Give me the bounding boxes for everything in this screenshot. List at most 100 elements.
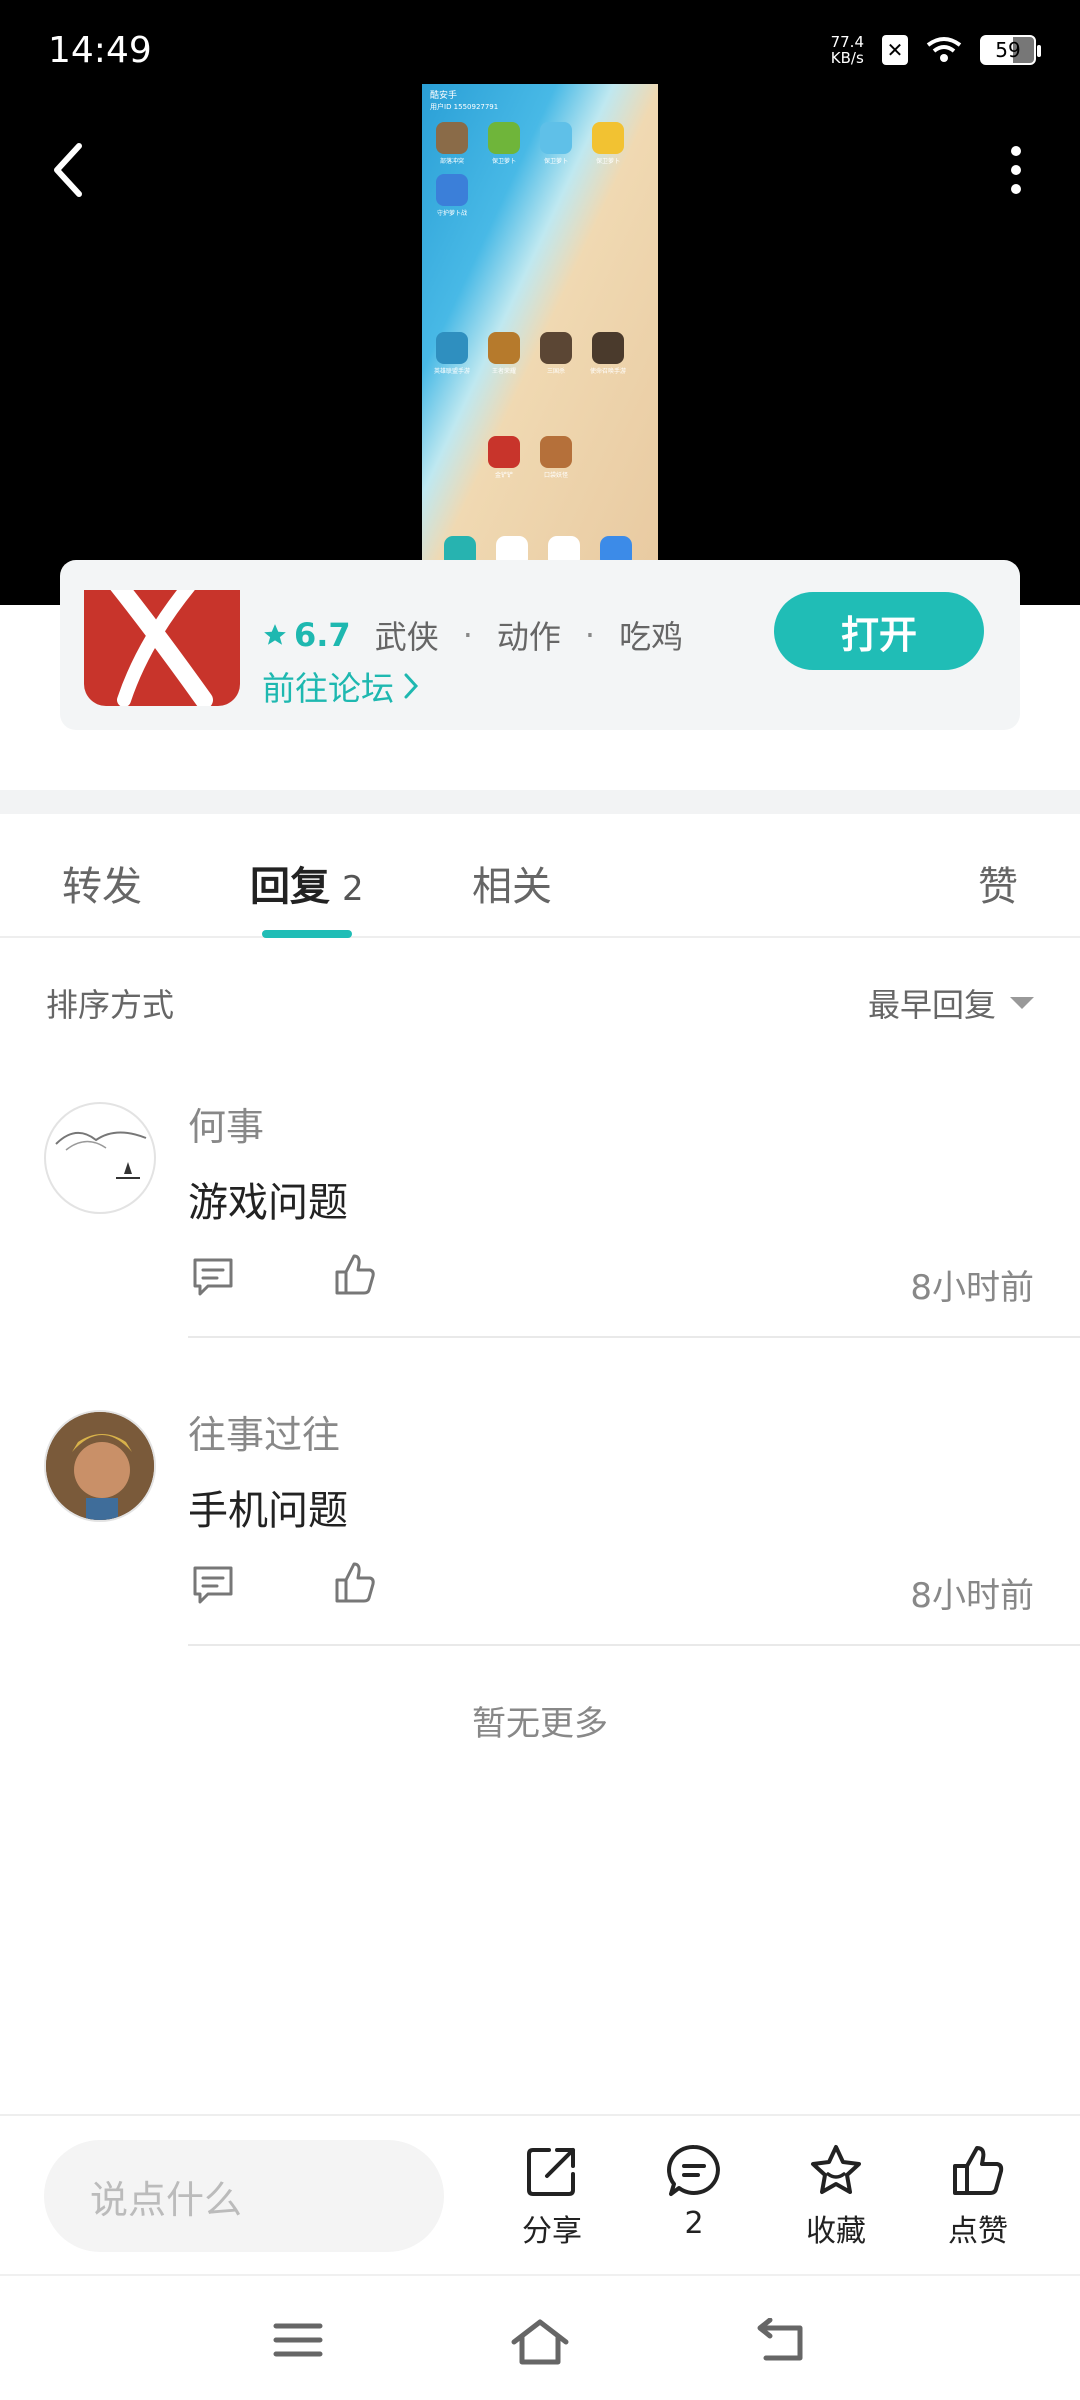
tab-forward[interactable]: 转发 — [62, 854, 142, 912]
more-dot-icon — [1011, 165, 1021, 175]
star-outline-icon — [811, 2145, 861, 2194]
bottom-action-bar: 说点什么 分享 2 收藏 点赞 — [0, 2114, 1080, 2274]
forum-link[interactable]: 前往论坛 — [262, 662, 420, 710]
home-nav-button[interactable] — [510, 2318, 570, 2368]
preview-app-label: 三国杀 — [546, 368, 565, 375]
reply-item[interactable]: 往事过往 手机问题 8小时前 — [0, 1408, 1080, 1648]
more-options-button[interactable] — [996, 135, 1036, 205]
preview-app-label: 英雄联盟手游 — [433, 368, 470, 375]
game-logo[interactable] — [84, 590, 240, 706]
preview-app-label: 保卫萝卜 — [491, 158, 516, 165]
preview-app-label: 王者荣耀 — [491, 368, 516, 375]
preview-app-label: 保卫萝卜 — [595, 158, 620, 165]
back-button[interactable] — [40, 135, 96, 205]
like-label: 点赞 — [948, 2214, 1008, 2249]
tab-reply[interactable]: 回复 2 — [250, 854, 364, 912]
tab-bar: 转发 回复 2 相关 赞 — [0, 814, 1080, 938]
avatar-ink-landscape-image — [55, 1131, 147, 1179]
favorite-button[interactable]: 收藏 — [776, 2142, 896, 2250]
preview-app-icon — [488, 332, 520, 364]
preview-sub-text: 用户ID 1550927791 — [430, 103, 499, 111]
game-tag: 武侠 — [374, 618, 439, 656]
status-time: 14:49 — [48, 30, 152, 71]
avatar-character-image — [46, 1412, 154, 1520]
system-nav-bar — [0, 2274, 1080, 2400]
reply-comment-button[interactable] — [190, 1254, 240, 1304]
tag-separator: · — [462, 616, 473, 654]
comments-button[interactable]: 2 — [634, 2142, 754, 2241]
preview-app-icon — [592, 332, 624, 364]
reply-time: 8小时前 — [910, 1268, 1034, 1308]
game-tag: 吃鸡 — [619, 618, 684, 656]
preview-app-icon — [436, 174, 468, 206]
section-divider — [0, 790, 1080, 814]
avatar[interactable] — [44, 1102, 156, 1214]
reply-comment-button[interactable] — [190, 1562, 240, 1612]
preview-app-icon — [540, 332, 572, 364]
reply-text: 游戏问题 — [188, 1180, 348, 1226]
thumbs-up-icon — [335, 1562, 375, 1603]
preview-app-icon — [436, 332, 468, 364]
reply-like-button[interactable] — [332, 1252, 382, 1302]
network-speed: 77.4 KB/s — [831, 34, 864, 66]
reply-like-button[interactable] — [332, 1560, 382, 1610]
sort-value: 最早回复 — [867, 986, 996, 1024]
game-tag: 动作 — [496, 618, 561, 656]
favorite-label: 收藏 — [806, 2214, 866, 2249]
screenshot-image[interactable]: 酷安手 用户ID 1550927791 部落冲突 保卫萝卜 保卫萝卜 保卫萝卜 … — [422, 84, 658, 605]
thumbs-up-icon — [953, 2146, 1004, 2195]
wifi-icon — [926, 37, 962, 62]
preview-status-text: 酷安手 — [430, 91, 458, 101]
comment-input[interactable]: 说点什么 — [44, 2140, 444, 2252]
network-speed-value: 77.4 — [830, 33, 864, 51]
star-icon — [264, 624, 286, 645]
media-viewer[interactable]: 14:49 77.4 KB/s ✕ 59 酷安手 用户ID 1550927791… — [0, 0, 1080, 605]
status-icons: 77.4 KB/s ✕ 59 — [831, 34, 1041, 66]
preview-app-label: 使命召唤手游 — [589, 368, 626, 375]
reply-author[interactable]: 往事过往 — [188, 1404, 340, 1459]
sort-dropdown[interactable]: 最早回复 — [868, 980, 1034, 1026]
chevron-right-icon — [404, 673, 419, 699]
active-tab-indicator — [262, 930, 352, 938]
notification-x-icon: ✕ — [882, 35, 908, 65]
caret-down-icon — [1010, 997, 1034, 1009]
reply-author[interactable]: 何事 — [188, 1096, 264, 1151]
back-nav-button[interactable] — [752, 2317, 812, 2368]
preview-app-label: 部落冲突 — [439, 158, 464, 165]
game-rating: 6.7 — [262, 616, 351, 654]
avatar[interactable] — [44, 1410, 156, 1522]
battery-icon: 59 — [980, 35, 1041, 65]
game-meta: 6.7 武侠 · 动作 · 吃鸡 — [262, 612, 683, 658]
reply-separator — [188, 1644, 1080, 1646]
home-icon — [511, 2319, 569, 2365]
game-rating-value: 6.7 — [294, 616, 351, 654]
comment-count: 2 — [684, 2206, 704, 2241]
sort-row: 排序方式 最早回复 — [46, 980, 1034, 1030]
reply-text: 手机问题 — [188, 1488, 348, 1534]
tag-separator: · — [584, 616, 596, 654]
reply-time: 8小时前 — [910, 1576, 1034, 1616]
reply-item[interactable]: 何事 游戏问题 8小时前 — [0, 1100, 1080, 1340]
chevron-left-icon — [54, 143, 82, 197]
more-dot-icon — [1011, 146, 1021, 156]
open-game-button[interactable]: 打开 — [774, 592, 984, 670]
menu-nav-button[interactable] — [270, 2318, 330, 2368]
tab-reply-count: 2 — [342, 869, 364, 909]
share-button[interactable]: 分享 — [492, 2142, 612, 2250]
back-arrow-icon — [757, 2317, 803, 2361]
tab-like[interactable]: 赞 — [978, 854, 1018, 912]
tab-related[interactable]: 相关 — [472, 854, 552, 912]
preview-app-icon — [436, 122, 468, 154]
sort-label: 排序方式 — [46, 986, 175, 1024]
preview-app-label: 口袋妖怪 — [543, 472, 568, 479]
chat-bubble-icon — [667, 2144, 720, 2196]
preview-app-label: 保卫萝卜 — [543, 158, 568, 165]
tab-reply-label: 回复 — [250, 864, 330, 910]
preview-app-icon — [488, 122, 520, 154]
network-speed-unit: KB/s — [830, 49, 864, 67]
like-button[interactable]: 点赞 — [918, 2142, 1038, 2250]
preview-app-icon — [540, 436, 572, 468]
preview-app-label: 守护萝卜战 — [436, 210, 467, 217]
thumbs-up-icon — [335, 1254, 375, 1295]
reply-separator — [188, 1336, 1080, 1338]
